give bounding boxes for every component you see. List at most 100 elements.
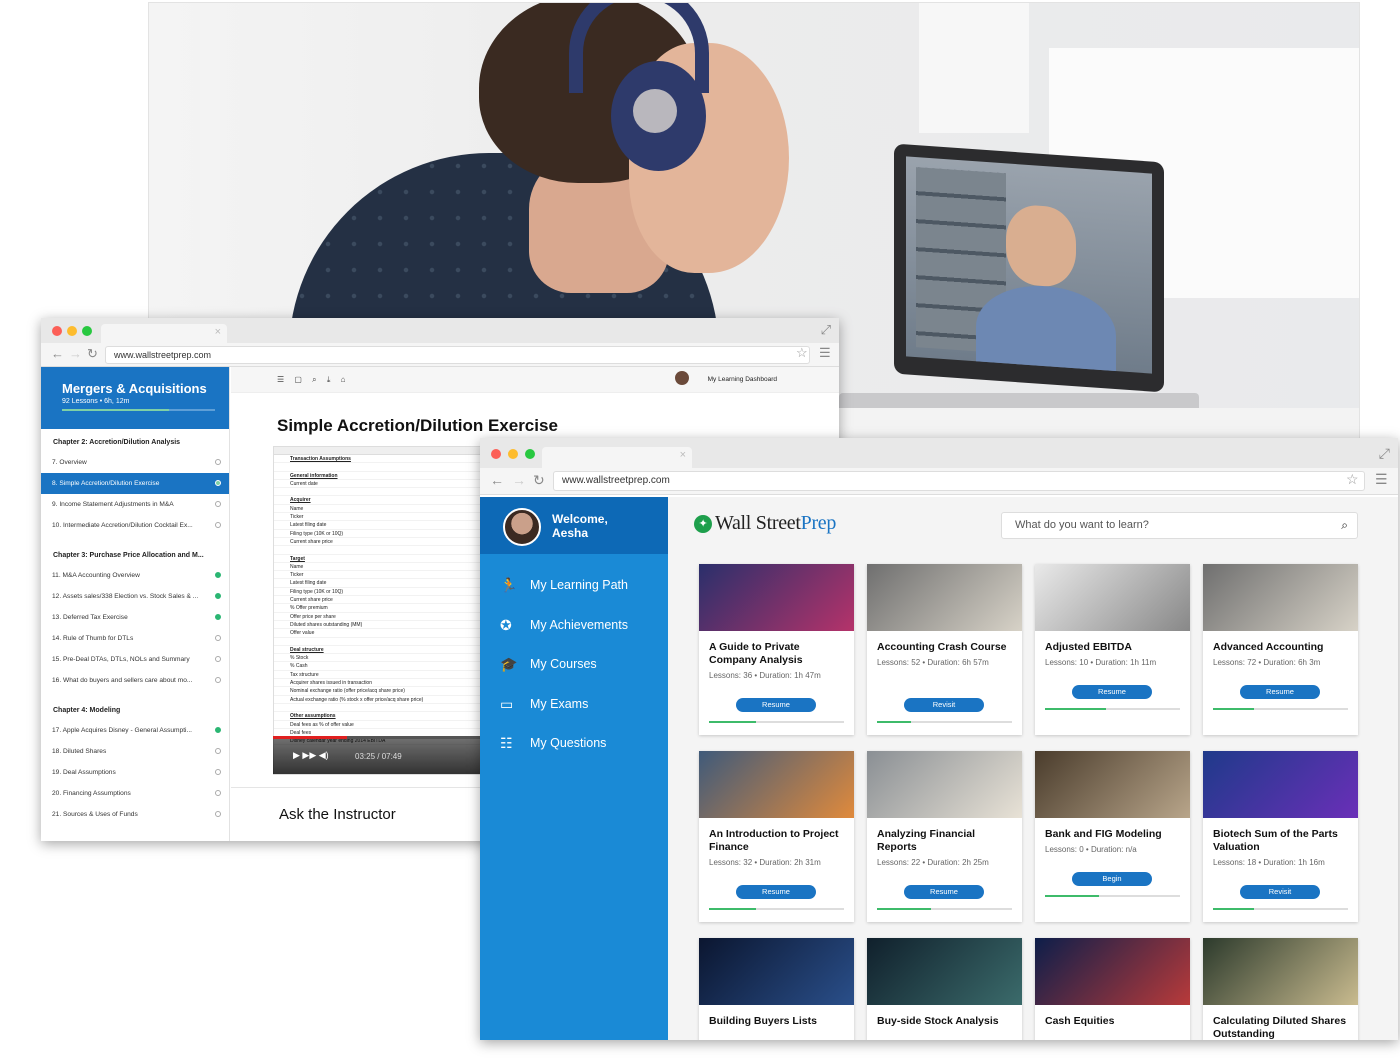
course-action-button[interactable]: Begin [1072, 872, 1152, 886]
navigation-bar: ← → ↻ www.wallstreetprep.com ☆ ☰ [41, 343, 839, 367]
course-card[interactable]: Building Buyers Lists [699, 938, 854, 1040]
course-card[interactable]: Analyzing Financial Reports Lessons: 22 •… [867, 751, 1022, 922]
lesson-item[interactable]: 9. Income Statement Adjustments in M&A [41, 494, 229, 515]
search-input[interactable]: What do you want to learn? ⌕ [1001, 512, 1358, 539]
lesson-item[interactable]: 15. Pre-Deal DTAs, DTLs, NOLs and Summar… [41, 649, 229, 670]
lesson-item[interactable]: 10. Intermediate Accretion/Dilution Cock… [41, 515, 229, 536]
reload-icon[interactable]: ↻ [533, 472, 545, 489]
lesson-item[interactable]: 11. M&A Accounting Overview [41, 565, 229, 586]
video-progress-bar[interactable] [273, 736, 483, 739]
reload-icon[interactable]: ↻ [87, 346, 98, 362]
course-card[interactable]: Adjusted EBITDA Lessons: 10 • Duration: 1… [1035, 564, 1190, 735]
sheet-row: Offer value [274, 629, 482, 638]
expand-icon[interactable]: ⤢ [1379, 445, 1390, 462]
bookmark-star-icon[interactable]: ☆ [796, 345, 808, 361]
lesson-item[interactable]: 18. Diluted Shares [41, 741, 229, 762]
lesson-item[interactable]: 7. Overview [41, 452, 229, 473]
sheet-row: Diluted shares outstanding (MM) [274, 621, 482, 630]
sidebar-nav: 🏃 My Learning Path ✪ My Achievements 🎓 My Cou… [480, 566, 668, 764]
course-card[interactable]: An Introduction to Project Finance Lesson… [699, 751, 854, 922]
toolbar-icons[interactable]: ☰ ▢ ⌕ ⤓ ⌂ [277, 375, 349, 385]
course-action-button[interactable]: Resume [736, 885, 816, 899]
forward-icon[interactable]: → [69, 346, 82, 361]
lesson-item[interactable]: 13. Deferred Tax Exercise [41, 607, 229, 628]
course-progress-bar [1213, 708, 1348, 710]
avatar[interactable] [675, 371, 689, 385]
lesson-item[interactable]: 19. Deal Assumptions [41, 762, 229, 783]
course-action-button[interactable]: Resume [904, 885, 984, 899]
course-meta: Lessons: 36 • Duration: 1h 47m [709, 671, 821, 680]
lesson-status-icon [215, 459, 221, 465]
expand-icon[interactable]: ⤢ [821, 322, 831, 338]
lesson-status-icon [215, 769, 221, 775]
lesson-label: 16. What do buyers and sellers care abou… [52, 677, 193, 684]
course-action-button[interactable]: Resume [1072, 685, 1152, 699]
sidebar-item[interactable]: ☷ My Questions [480, 724, 668, 764]
lesson-status-icon [215, 522, 221, 528]
lesson-item[interactable]: 8. Simple Accretion/Dilution Exercise [41, 473, 229, 494]
lesson-item[interactable]: 14. Rule of Thumb for DTLs [41, 628, 229, 649]
course-card[interactable]: Bank and FIG Modeling Lessons: 0 • Durati… [1035, 751, 1190, 922]
lesson-item[interactable]: 12. Assets sales/338 Election vs. Stock … [41, 586, 229, 607]
sidebar-item[interactable]: ✪ My Achievements [480, 606, 668, 646]
maximize-dot[interactable] [525, 449, 535, 459]
back-icon[interactable]: ← [51, 346, 64, 361]
course-action-button[interactable]: Resume [736, 698, 816, 712]
browser-tab[interactable]: × [101, 324, 227, 343]
course-title: Adjusted EBITDA [1045, 641, 1132, 653]
lesson-item[interactable]: 20. Financing Assumptions [41, 783, 229, 804]
video-call-screen [906, 156, 1152, 374]
lesson-label: 14. Rule of Thumb for DTLs [52, 635, 134, 642]
chapter-list: Chapter 2: Accretion/Dilution Analysis 7.… [41, 429, 229, 825]
close-dot[interactable] [491, 449, 501, 459]
course-meta: Lessons: 10 • Duration: 1h 11m [1045, 658, 1157, 667]
address-bar[interactable]: www.wallstreetprep.com [105, 346, 810, 364]
course-card[interactable]: Accounting Crash Course Lessons: 52 • Dur… [867, 564, 1022, 735]
play-icon[interactable]: ▶ ▶▶ ◀) [293, 750, 329, 761]
chapter-title: Chapter 3: Purchase Price Allocation and… [53, 552, 204, 559]
course-action-button[interactable]: Revisit [904, 698, 984, 712]
back-icon[interactable]: ← [490, 472, 504, 488]
address-bar[interactable]: www.wallstreetprep.com [553, 471, 1365, 491]
course-action-button[interactable]: Revisit [1240, 885, 1320, 899]
graduation-cap-icon: 🎓 [500, 656, 518, 672]
forward-icon[interactable]: → [512, 472, 526, 488]
browser-tab[interactable]: × [542, 447, 692, 468]
spreadsheet-video[interactable]: Transaction Assumptions General informati… [273, 446, 483, 775]
minimize-dot[interactable] [508, 449, 518, 459]
lesson-item[interactable]: 17. Apple Acquires Disney - General Assu… [41, 720, 229, 741]
course-card[interactable]: Cash Equities [1035, 938, 1190, 1040]
lesson-status-icon [215, 748, 221, 754]
sidebar-item[interactable]: ▭ My Exams [480, 685, 668, 725]
wall-street-prep-logo[interactable]: ✦ Wall StreetPrep [694, 512, 836, 535]
close-tab-icon[interactable]: × [215, 326, 221, 338]
course-progress-bar [1213, 908, 1348, 910]
course-card[interactable]: Calculating Diluted Shares Outstanding [1203, 938, 1358, 1040]
course-progress-bar [709, 908, 844, 910]
sheet-row: General information [274, 472, 482, 480]
course-title: Analyzing Financial Reports [877, 828, 976, 853]
course-progress-bar [877, 908, 1012, 910]
sidebar-item-label: My Achievements [530, 617, 628, 632]
menu-icon[interactable]: ☰ [1375, 471, 1388, 488]
minimize-dot[interactable] [67, 326, 77, 336]
menu-icon[interactable]: ☰ [819, 345, 831, 361]
course-card[interactable]: Advanced Accounting Lessons: 72 • Duratio… [1203, 564, 1358, 735]
sidebar-item[interactable]: 🏃 My Learning Path [480, 566, 668, 606]
bookmark-star-icon[interactable]: ☆ [1346, 471, 1359, 488]
lesson-status-icon [215, 727, 221, 733]
maximize-dot[interactable] [82, 326, 92, 336]
course-card[interactable]: A Guide to Private Company Analysis Lesso… [699, 564, 854, 735]
dashboard-link[interactable]: My Learning Dashboard [708, 376, 777, 383]
search-icon[interactable]: ⌕ [1341, 513, 1348, 538]
sheet-row: Latest filing date [274, 521, 482, 530]
course-action-button[interactable]: Resume [1240, 685, 1320, 699]
close-dot[interactable] [52, 326, 62, 336]
lesson-item[interactable]: 16. What do buyers and sellers care abou… [41, 670, 229, 691]
course-card[interactable]: Biotech Sum of the Parts Valuation Lesson… [1203, 751, 1358, 922]
lesson-item[interactable]: 21. Sources & Uses of Funds [41, 804, 229, 825]
course-card[interactable]: Buy-side Stock Analysis [867, 938, 1022, 1040]
avatar[interactable] [503, 508, 541, 546]
sidebar-item[interactable]: 🎓 My Courses [480, 645, 668, 685]
close-tab-icon[interactable]: × [680, 449, 686, 461]
